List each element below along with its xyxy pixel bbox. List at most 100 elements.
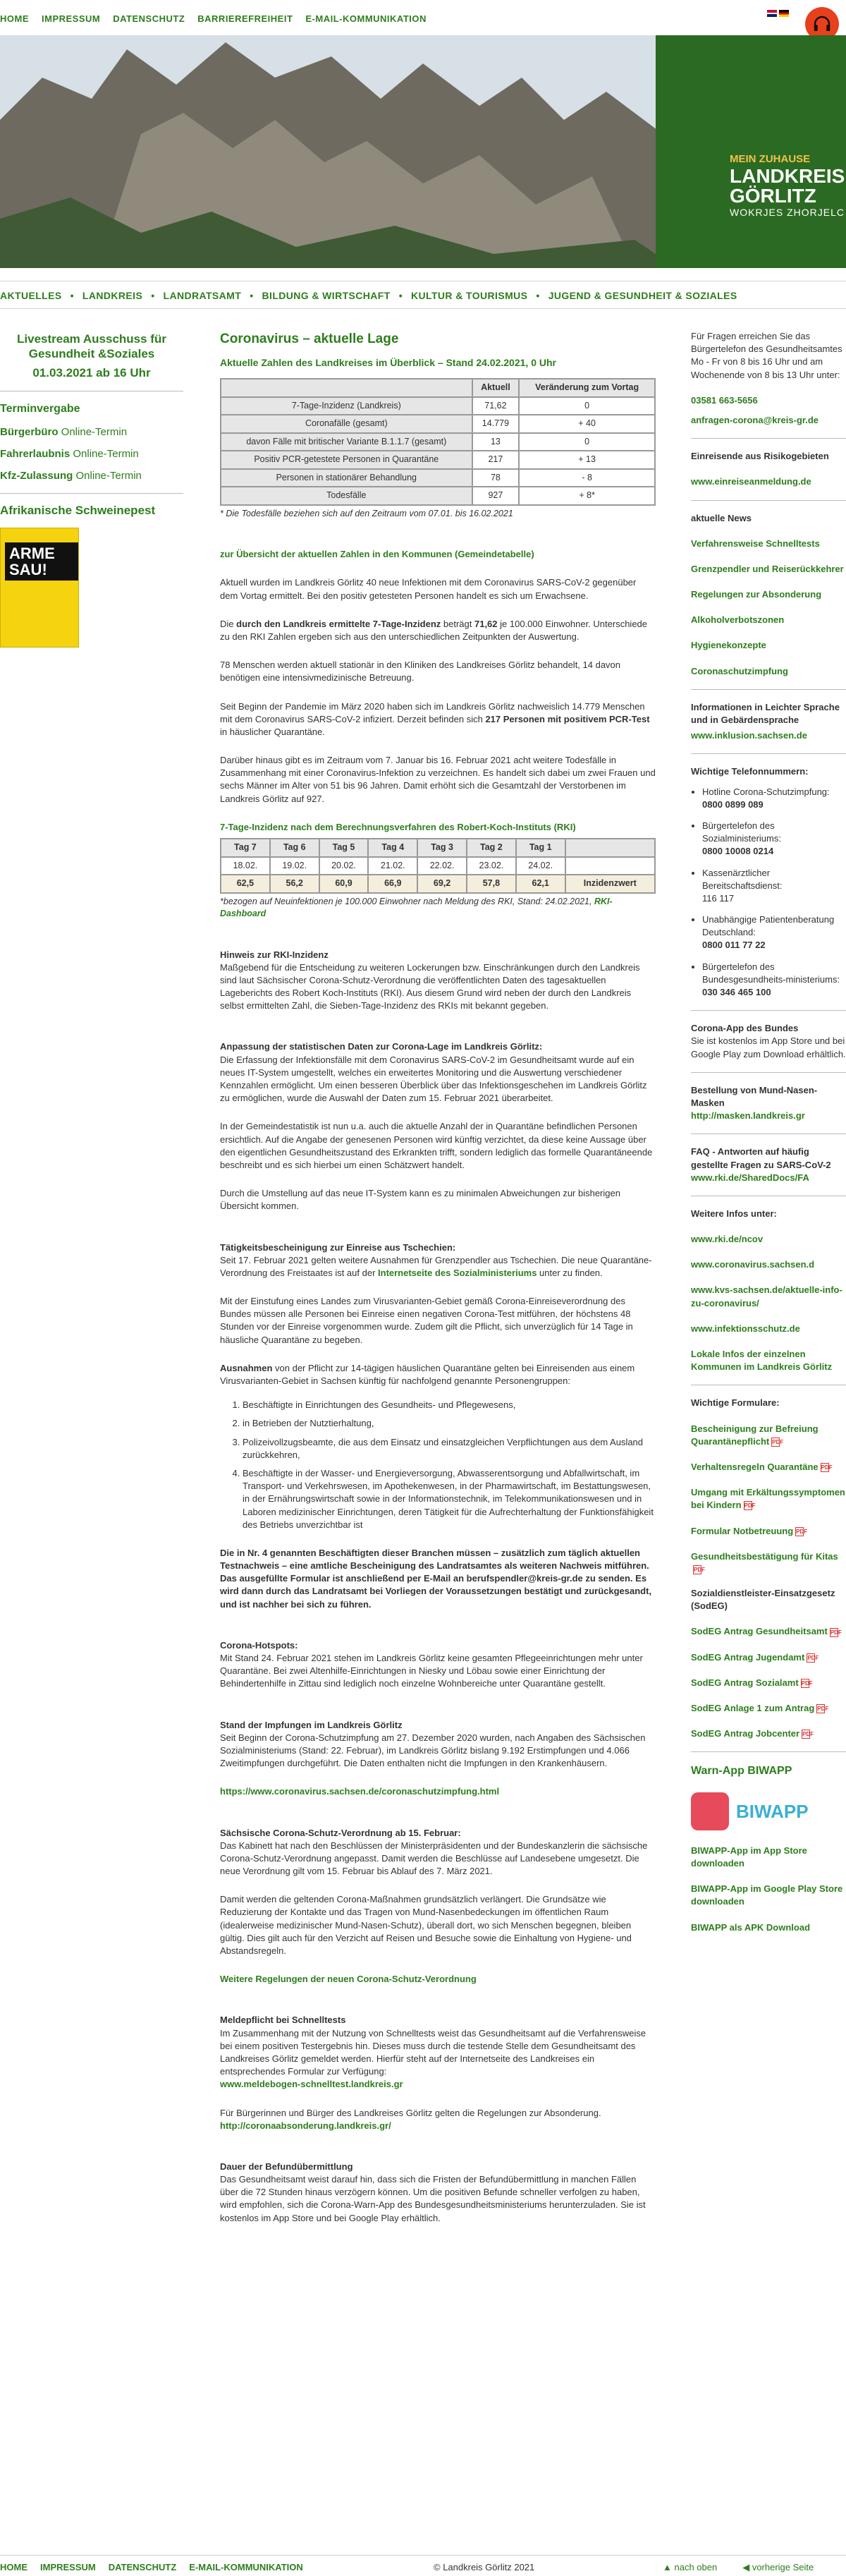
info-link[interactable]: Lokale Infos der einzelnen Kommunen im L… <box>691 1348 846 1373</box>
gemeindetabelle-link[interactable]: zur Übersicht der aktuellen Zahlen in de… <box>220 548 656 561</box>
paragraph: Für Bürgerinnen und Bürger des Landkreis… <box>220 2107 601 2118</box>
sodeg-heading: Sozialdienstleister-Einsatzgesetz (SodEG… <box>691 1588 835 1612</box>
schweinepest-heading[interactable]: Afrikanische Schweinepest <box>0 504 183 518</box>
form-link[interactable]: Formular Notbetreuung PDF <box>691 1525 846 1538</box>
topnav-home[interactable]: HOME <box>0 13 29 25</box>
pdf-icon: PDF <box>693 1565 705 1574</box>
news-link[interactable]: Coronaschutzimpfung <box>691 665 846 678</box>
news-heading: aktuelle News <box>691 512 752 523</box>
topnav-impressum[interactable]: IMPRESSUM <box>42 13 100 25</box>
paragraph: Das Kabinett hat nach den Beschlüssen de… <box>220 1840 648 1877</box>
paragraph: In der Gemeindestatistik ist nun u.a. au… <box>220 1121 653 1170</box>
form-link[interactable]: Bescheinigung zur Befreiung Quarantänepf… <box>691 1423 846 1448</box>
language-flags <box>767 10 789 17</box>
termin-kfz[interactable]: Kfz-Zulassung Online-Termin <box>0 468 183 483</box>
flag-icon-uk[interactable] <box>767 10 777 17</box>
sodeg-link[interactable]: SodEG Antrag Jobcenter PDF <box>691 1727 846 1740</box>
livestream-title[interactable]: Livestream Ausschuss für Gesundheit &Soz… <box>0 332 183 362</box>
paragraph: Durch die Umstellung auf das neue IT-Sys… <box>220 1188 620 1212</box>
sodeg-link[interactable]: SodEG Antrag Jugendamt PDF <box>691 1651 846 1664</box>
footer-impressum[interactable]: IMPRESSUM <box>40 2561 96 2574</box>
paragraph: Im Zusammenhang mit der Nutzung von Schn… <box>220 2027 646 2077</box>
table-row: Personen in stationärer Behandlung 78- 8 <box>220 468 656 488</box>
paragraph: Damit werden die geltenden Corona-Maßnah… <box>220 1894 632 1956</box>
paragraph: Mit Stand 24. Februar 2021 stehen im Lan… <box>220 1653 643 1689</box>
top-navigation: HOME IMPRESSUM DATENSCHUTZ BARRIEREFREIH… <box>0 0 846 41</box>
biwapp-link[interactable]: BIWAPP-App im App Store downloaden <box>691 1845 846 1870</box>
topnav-email[interactable]: E-MAIL-KOMMUNIKATION <box>305 13 427 25</box>
paragraph-bescheinigung: Die in Nr. 4 genannten Beschäftigten die… <box>220 1547 652 1610</box>
anpassung-heading: Anpassung der statistischen Daten zur Co… <box>220 1041 543 1052</box>
inklusion-link[interactable]: www.inklusion.sachsen.de <box>691 729 846 742</box>
form-link[interactable]: Verhaltensregeln Quarantäne PDF <box>691 1461 846 1474</box>
rki-heading: 7-Tage-Inzidenz nach dem Berechnungsverf… <box>220 821 576 832</box>
paragraph: Seit Beginn der Pandemie im März 2020 ha… <box>220 700 650 737</box>
app-paragraph: Sie ist kostenlos im App Store und bei G… <box>691 1035 846 1059</box>
table-row: 7-Tage-Inzidenz (Landkreis) 71,62 0 <box>220 396 656 416</box>
telefon-list: Hotline Corona-Schutzimpfung:0800 0899 0… <box>702 786 846 1000</box>
impfung-link[interactable]: https://www.coronavirus.sachsen.de/coron… <box>220 1785 656 1798</box>
topnav-datenschutz[interactable]: DATENSCHUTZ <box>113 13 185 25</box>
absonderung-link[interactable]: http://coronaabsonderung.landkreis.gr/ <box>220 2120 656 2132</box>
nav-landkreis[interactable]: LANDKREIS <box>82 289 142 303</box>
masken-link[interactable]: http://masken.landkreis.gr <box>691 1110 846 1122</box>
biwapp-link[interactable]: BIWAPP-App im Google Play Store download… <box>691 1883 846 1908</box>
form-link[interactable]: Gesundheitsbestätigung für KitasPDF <box>691 1550 846 1576</box>
pdf-icon: PDF <box>771 1437 784 1447</box>
buergertelefon-intro: Für Fragen erreichen Sie das Bürgertelef… <box>691 331 842 380</box>
news-link[interactable]: Verfahrensweise Schnelltests <box>691 537 846 550</box>
paragraph: Das Gesundheitsamt weist darauf hin, das… <box>220 2174 646 2223</box>
footer-datenschutz[interactable]: DATENSCHUTZ <box>109 2561 177 2574</box>
previous-page-link[interactable]: ◀ vorherige Seite <box>742 2561 814 2574</box>
footer-home[interactable]: HOME <box>0 2561 27 2574</box>
regelungen-link[interactable]: Weitere Regelungen der neuen Corona-Schu… <box>220 1973 656 1986</box>
verordnung-heading: Sächsische Corona-Schutz-Verordnung ab 1… <box>220 1827 461 1838</box>
flag-icon-de[interactable] <box>779 10 789 17</box>
hinweis-heading: Hinweis zur RKI-Inzidenz <box>220 949 329 960</box>
impfungen-heading: Stand der Impfungen im Landkreis Görlitz <box>220 1719 403 1730</box>
form-link[interactable]: Umgang mit Erkältungssymptomen bei Kinde… <box>691 1486 846 1512</box>
news-link[interactable]: Grenzpendler und Reiserückkehrer <box>691 563 846 576</box>
list-item: Bürgertelefon des Sozialministeriums:080… <box>702 820 846 858</box>
phone-link[interactable]: 03581 663-5656 <box>691 394 846 407</box>
news-link[interactable]: Alkoholverbotszonen <box>691 614 846 626</box>
paragraph: Darüber hinaus gibt es im Zeitraum vom 7… <box>220 755 656 804</box>
nav-landratsamt[interactable]: LANDRATSAMT <box>164 289 242 303</box>
brand-line3: GÖRLITZ <box>730 185 816 207</box>
email-link[interactable]: anfragen-corona@kreis-gr.de <box>691 414 846 427</box>
back-to-top-link[interactable]: ▲ nach oben <box>663 2561 717 2574</box>
biwapp-logo[interactable]: BIWAPP <box>691 1791 832 1832</box>
info-link[interactable]: www.kvs-sachsen.de/aktuelle-info-zu-coro… <box>691 1284 846 1309</box>
info-link[interactable]: www.infektionsschutz.de <box>691 1323 846 1335</box>
brand-logo[interactable]: MEIN ZUHAUSE LANDKREIS GÖRLITZ WOKRJES Z… <box>730 152 845 220</box>
meldebogen-link[interactable]: www.meldebogen-schnelltest.landkreis.gr <box>220 2078 656 2091</box>
sodeg-link[interactable]: SodEG Antrag Sozialamt PDF <box>691 1677 846 1689</box>
nav-aktuelles[interactable]: AKTUELLES <box>0 289 62 303</box>
list-item: Beschäftigte in der Wasser- und Energiev… <box>243 1467 656 1531</box>
arme-sau-poster[interactable]: ARME SAU! <box>0 528 79 648</box>
termin-buergerbuero[interactable]: Bürgerbüro Online-Termin <box>0 425 183 439</box>
topnav-barrierefreiheit[interactable]: BARRIEREFREIHEIT <box>197 13 293 25</box>
news-link[interactable]: Hygienekonzepte <box>691 639 846 652</box>
stats-subtitle: Aktuelle Zahlen des Landkreises im Überb… <box>220 356 556 368</box>
nav-jugend[interactable]: JUGEND & GESUNDHEIT & SOZIALES <box>548 289 737 303</box>
faq-link[interactable]: www.rki.de/SharedDocs/FA <box>691 1172 846 1184</box>
list-item: in Betrieben der Nutztierhaltung, <box>243 1417 656 1430</box>
sozialministerium-link[interactable]: Internetseite des Sozialministeriums <box>378 1268 537 1278</box>
biwapp-link[interactable]: BIWAPP als APK Download <box>691 1921 846 1934</box>
einreise-link[interactable]: www.einreiseanmeldung.de <box>691 475 846 488</box>
info-link[interactable]: www.rki.de/ncov <box>691 1233 846 1246</box>
nav-bildung[interactable]: BILDUNG & WIRTSCHAFT <box>262 289 391 303</box>
news-link[interactable]: Regelungen zur Absonderung <box>691 588 846 601</box>
pdf-icon: PDF <box>816 1704 829 1714</box>
footer-email[interactable]: E-MAIL-KOMMUNIKATION <box>189 2561 303 2574</box>
info-link[interactable]: www.coronavirus.sachsen.d <box>691 1258 846 1271</box>
termin-fahrerlaubnis[interactable]: Fahrerlaubnis Online-Termin <box>0 446 183 461</box>
masken-heading: Bestellung von Mund-Nasen-Masken <box>691 1084 818 1108</box>
terminvergabe-heading: Terminvergabe <box>0 403 80 415</box>
header-banner: MEIN ZUHAUSE LANDKREIS GÖRLITZ WOKRJES Z… <box>0 35 846 268</box>
sodeg-link[interactable]: SodEG Antrag Gesundheitsamt PDF <box>691 1625 846 1638</box>
nav-kultur[interactable]: KULTUR & TOURISMUS <box>411 289 527 303</box>
list-item: Polizeivollzugsbeamte, die aus dem Einsa… <box>243 1436 656 1462</box>
sodeg-link[interactable]: SodEG Anlage 1 zum Antrag PDF <box>691 1702 846 1715</box>
